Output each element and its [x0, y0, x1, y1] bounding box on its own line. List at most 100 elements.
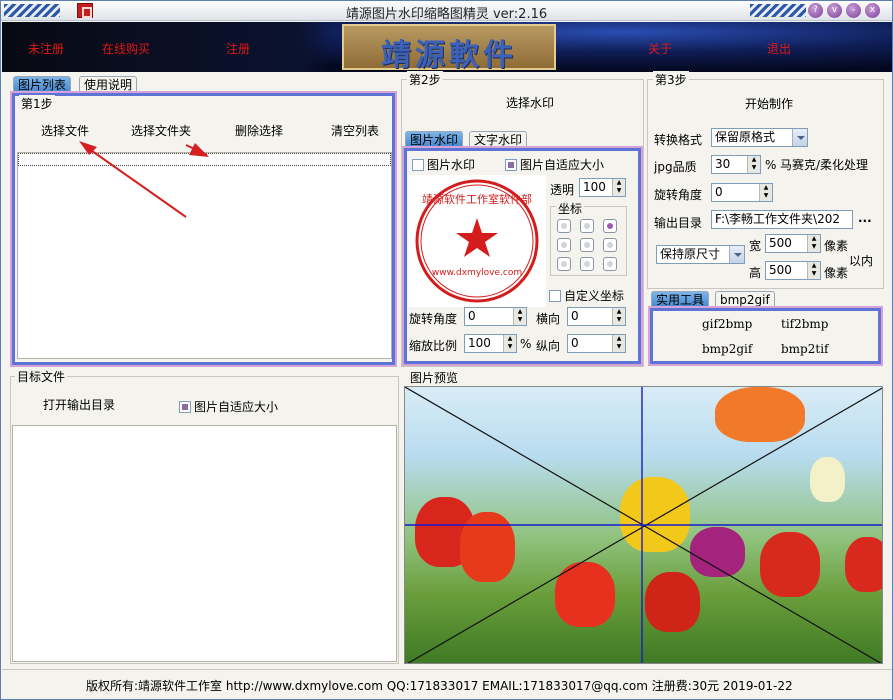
tab-tools[interactable]: 实用工具: [651, 291, 710, 308]
coord-top-center[interactable]: [580, 219, 594, 233]
coord-middle-right[interactable]: [603, 238, 617, 252]
output-rotate-value: 0: [715, 185, 723, 199]
width-spinner[interactable]: ▲ ▼: [807, 235, 820, 252]
scale-input[interactable]: 100 ▲ ▼: [464, 334, 517, 353]
image-watermark-checkbox[interactable]: 图片水印: [412, 156, 475, 173]
nav-buy-online[interactable]: 在线购买: [102, 40, 150, 57]
width-label: 宽: [749, 239, 762, 253]
custom-coords-checkbox[interactable]: 自定义坐标: [549, 287, 624, 304]
scale-label: 缩放比例: [409, 339, 458, 353]
horizontal-spinner[interactable]: ▲ ▼: [612, 308, 625, 325]
jpg-quality-input[interactable]: 30 ▲ ▼: [711, 155, 761, 174]
transparency-spinner[interactable]: ▲ ▼: [612, 179, 625, 196]
coord-bottom-center[interactable]: [580, 257, 594, 271]
tab-instructions[interactable]: 使用说明: [79, 76, 138, 93]
jpg-quality-label: jpg品质: [654, 160, 697, 174]
seal-text: 靖源软件工作室软件部: [422, 192, 532, 206]
tif2bmp-button[interactable]: tif2bmp: [781, 317, 828, 331]
size-within: 以内: [849, 254, 874, 268]
height-spinner[interactable]: ▲ ▼: [807, 262, 820, 279]
output-dir-input[interactable]: F:\李畅工作文件夹\202: [711, 210, 853, 229]
width-unit: 像素: [824, 239, 849, 253]
bmp2gif-button[interactable]: bmp2gif: [702, 342, 752, 356]
mosaic-soften-button[interactable]: 马赛克/柔化处理: [780, 156, 868, 173]
seal-preview[interactable]: 靖源软件工作室软件部 www.dxmylove.com: [408, 175, 546, 307]
nav-about[interactable]: 关于: [648, 40, 672, 57]
checkbox-icon: [412, 159, 424, 171]
coord-top-right[interactable]: [603, 219, 617, 233]
height-value: 500: [769, 263, 792, 277]
horizontal-label: 横向: [536, 312, 561, 326]
delete-selection-button[interactable]: 删除选择: [235, 122, 283, 139]
select-watermark-button[interactable]: 选择水印: [506, 94, 554, 111]
tab-bmp2gif[interactable]: bmp2gif: [715, 291, 775, 308]
nav-register[interactable]: 注册: [226, 40, 250, 57]
scale-percent: %: [520, 337, 532, 351]
close-button[interactable]: x: [865, 3, 880, 18]
rollup-button[interactable]: v: [827, 3, 842, 18]
wm-rotate-spinner[interactable]: ▲ ▼: [513, 308, 526, 325]
width-value: 500: [769, 236, 792, 250]
bmp2tif-button[interactable]: bmp2tif: [781, 342, 828, 356]
coord-bottom-left[interactable]: [557, 257, 571, 271]
title-bar[interactable]: 靖源图片水印缩略图精灵 ver:2.16 ? v - x: [1, 1, 892, 22]
preview-guides: [405, 387, 882, 663]
title-stripes-right: [750, 4, 806, 17]
target-fit-label: 图片自适应大小: [194, 400, 279, 414]
height-label: 高: [749, 266, 762, 280]
format-label: 转换格式: [654, 133, 703, 147]
coord-bottom-right[interactable]: [603, 257, 617, 271]
tab-text-watermark[interactable]: 文字水印: [469, 131, 528, 148]
chevron-down-icon[interactable]: [792, 129, 807, 146]
browse-button[interactable]: ...: [858, 211, 872, 225]
format-value: 保留原格式: [715, 130, 776, 144]
clear-list-button[interactable]: 清空列表: [331, 122, 379, 139]
coords-label: 坐标: [556, 200, 585, 217]
width-input[interactable]: 500 ▲ ▼: [765, 234, 821, 253]
logo-text: 靖源軟件: [381, 38, 517, 73]
status-bar: 版权所有:靖源软件工作室 http://www.dxmylove.com QQ:…: [2, 669, 892, 699]
minimize-button[interactable]: -: [846, 3, 861, 18]
transparency-input[interactable]: 100 ▲ ▼: [579, 178, 626, 197]
coord-center[interactable]: [580, 238, 594, 252]
coord-top-left[interactable]: [557, 219, 571, 233]
nav-exit[interactable]: 退出: [767, 40, 791, 57]
watermark-fit-checkbox[interactable]: 图片自适应大小: [505, 156, 604, 173]
horizontal-input[interactable]: 0 ▲ ▼: [567, 307, 626, 326]
chevron-down-icon[interactable]: [729, 246, 744, 263]
start-button[interactable]: 开始制作: [745, 95, 793, 112]
tab-image-watermark[interactable]: 图片水印: [405, 131, 464, 148]
transparency-label: 透明: [550, 183, 575, 197]
coord-middle-left[interactable]: [557, 238, 571, 252]
output-rotate-input[interactable]: 0 ▲ ▼: [711, 183, 773, 202]
checkbox-icon: [549, 290, 561, 302]
gif2bmp-button[interactable]: gif2bmp: [702, 317, 752, 331]
jpg-quality-value: 30: [715, 157, 731, 171]
checkbox-icon: [179, 401, 191, 413]
height-unit: 像素: [824, 266, 849, 280]
vertical-input[interactable]: 0 ▲ ▼: [567, 334, 626, 353]
horizontal-value: 0: [571, 309, 579, 323]
output-rotate-label: 旋转角度: [654, 188, 703, 202]
image-watermark-label: 图片水印: [427, 158, 476, 172]
nav-unregistered[interactable]: 未注册: [28, 40, 64, 57]
vertical-label: 纵向: [536, 339, 561, 353]
jpg-quality-spinner[interactable]: ▲ ▼: [747, 156, 760, 173]
target-list[interactable]: [12, 425, 397, 662]
status-text: 版权所有:靖源软件工作室 http://www.dxmylove.com QQ:…: [86, 679, 793, 693]
image-preview[interactable]: [404, 386, 883, 664]
vertical-spinner[interactable]: ▲ ▼: [612, 335, 625, 352]
open-output-button[interactable]: 打开输出目录: [43, 396, 115, 413]
size-mode-select[interactable]: 保持原尺寸: [656, 245, 745, 264]
wm-rotate-input[interactable]: 0 ▲ ▼: [464, 307, 527, 326]
tab-image-list[interactable]: 图片列表: [13, 76, 72, 93]
height-input[interactable]: 500 ▲ ▼: [765, 261, 821, 280]
output-rotate-spinner[interactable]: ▲ ▼: [759, 184, 772, 201]
wm-rotate-value: 0: [468, 309, 476, 323]
seal-url: www.dxmylove.com: [432, 268, 522, 278]
scale-spinner[interactable]: ▲ ▼: [503, 335, 516, 352]
brand-logo: 靖源軟件: [342, 24, 556, 73]
format-select[interactable]: 保留原格式: [711, 128, 808, 147]
help-button[interactable]: ?: [808, 3, 823, 18]
target-fit-checkbox[interactable]: 图片自适应大小: [179, 398, 278, 415]
